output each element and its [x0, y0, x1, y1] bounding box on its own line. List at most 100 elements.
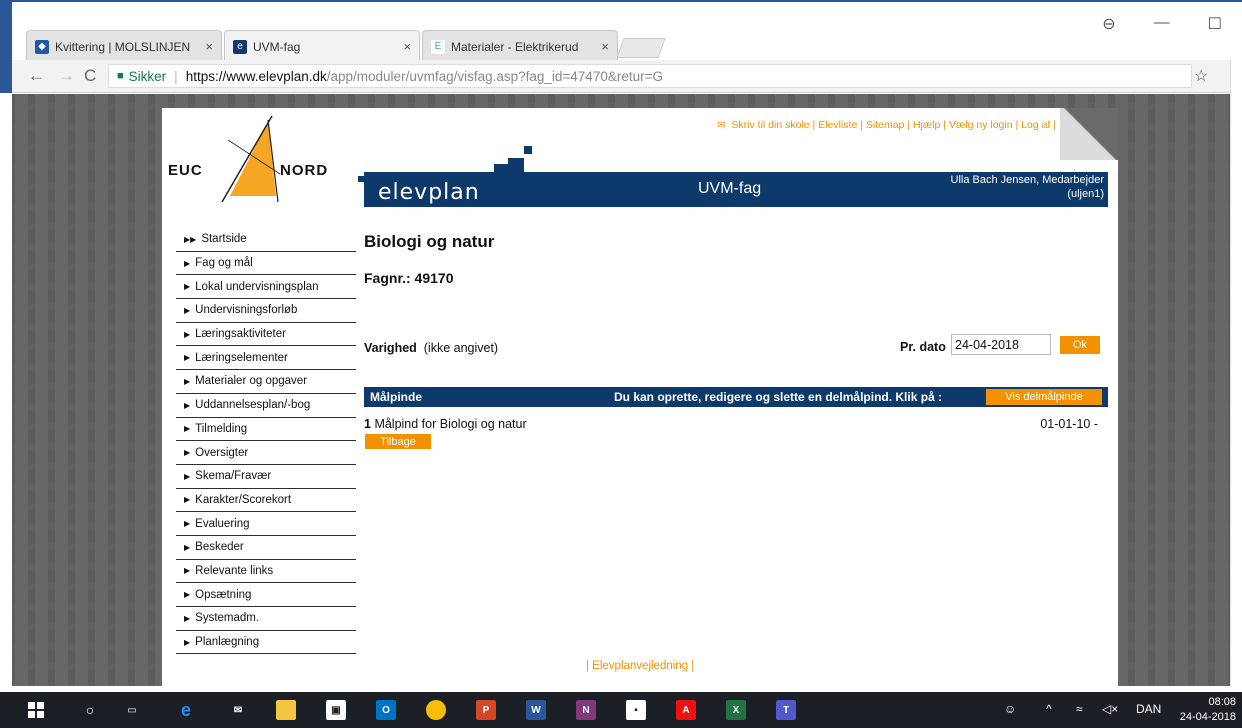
- browser-chrome: ◆ Kvittering | MOLSLINJEN × e UVM-fag × …: [12, 0, 1242, 94]
- malpind-row: 1 Målpind for Biologi og natur: [364, 417, 527, 431]
- chevron-up-icon[interactable]: ^: [1046, 702, 1052, 716]
- arrow-icon: ▶: [184, 519, 191, 529]
- pixel-decoration: [508, 158, 524, 172]
- acrobat-icon[interactable]: A: [676, 700, 696, 720]
- tab-molslinjen[interactable]: ◆ Kvittering | MOLSLINJEN ×: [26, 30, 222, 62]
- elevplanvejledning-link[interactable]: | Elevplanvejledning |: [586, 660, 694, 672]
- forward-icon[interactable]: →: [58, 66, 75, 86]
- row-text[interactable]: Målpind for Biologi og natur: [374, 417, 526, 431]
- page-background: ✉ Skriv til din skole | Elevliste | Site…: [12, 94, 1230, 686]
- varighed-row: Varighed (ikke angivet): [364, 341, 498, 355]
- sidebar-item-evaluering[interactable]: ▶ Evaluering: [176, 512, 356, 536]
- url-path: /app/moduler/uvmfag/visfag.asp?fag_id=47…: [326, 68, 663, 84]
- elevplan-logo: elevplan: [378, 180, 480, 205]
- link-sitemap[interactable]: Sitemap: [866, 119, 905, 131]
- sidebar-item-startside[interactable]: ▶▶ Startside: [176, 228, 356, 252]
- excel-icon[interactable]: X: [726, 700, 746, 720]
- outlook-icon[interactable]: O: [376, 700, 396, 720]
- task-view-icon[interactable]: ▭: [122, 700, 142, 720]
- sidebar-item-laeringsaktiviteter[interactable]: ▶ Læringsaktiviteter: [176, 323, 356, 347]
- minimize-icon[interactable]: —: [1154, 14, 1170, 34]
- separator: |: [174, 68, 178, 84]
- vis-delmaalpinde-button[interactable]: Vis delmålpinde: [986, 389, 1102, 405]
- sidebar-item-opsaetning[interactable]: ▶ Opsætning: [176, 583, 356, 607]
- maximize-icon[interactable]: ☐: [1208, 14, 1222, 34]
- arrow-icon: ▶: [184, 613, 191, 623]
- close-tab-icon[interactable]: ×: [205, 39, 213, 54]
- row-number: 1: [364, 417, 371, 431]
- user-login: (uljen1): [1067, 188, 1104, 200]
- link-log-af[interactable]: Log af: [1021, 119, 1050, 131]
- link-vaelg-login[interactable]: Vælg ny login: [949, 119, 1013, 131]
- sidebar-item-systemadm[interactable]: ▶ Systemadm.: [176, 607, 356, 631]
- browser-toolbar: ← → C ■ Sikker | https://www.elevplan.dk…: [12, 60, 1242, 93]
- profile-icon[interactable]: ⊖: [1102, 14, 1115, 34]
- chrome-icon[interactable]: [426, 700, 446, 720]
- close-tab-icon[interactable]: ×: [601, 39, 609, 54]
- store-icon[interactable]: ▣: [326, 700, 346, 720]
- powerpoint-icon[interactable]: P: [476, 700, 496, 720]
- search-icon[interactable]: ○: [80, 700, 100, 720]
- logo-text-euc: EUC: [168, 162, 203, 179]
- edge-icon[interactable]: e: [176, 700, 196, 720]
- bookmark-star-icon[interactable]: ☆: [1194, 66, 1208, 86]
- sidebar-item-label: Tilmelding: [195, 422, 248, 435]
- onenote-icon[interactable]: N: [576, 700, 596, 720]
- sidebar-item-skema-fravaer[interactable]: ▶ Skema/Fravær: [176, 465, 356, 489]
- sidebar-item-laeringselementer[interactable]: ▶ Læringselementer: [176, 346, 356, 371]
- tab-uvm-fag[interactable]: e UVM-fag ×: [224, 30, 420, 62]
- sidebar-item-lokal-undervisningsplan[interactable]: ▶ Lokal undervisningsplan: [176, 275, 356, 300]
- date-field[interactable]: [951, 334, 1051, 355]
- sidebar-item-label: Materialer og opgaver: [195, 375, 308, 388]
- people-icon[interactable]: ☺: [1004, 702, 1016, 716]
- sidebar-item-label: Skema/Fravær: [195, 470, 272, 483]
- sidebar-item-beskeder[interactable]: ▶ Beskeder: [176, 536, 356, 560]
- sidebar-item-label: Systemadm.: [195, 612, 260, 625]
- tab-materialer[interactable]: E Materialer - Elektrikerud ×: [422, 30, 618, 62]
- window-scrollbar[interactable]: [1230, 60, 1242, 686]
- sticky-notes-icon[interactable]: ▪: [626, 700, 646, 720]
- file-explorer-icon[interactable]: [276, 700, 296, 720]
- clock[interactable]: 08:08 24-04-2018: [1180, 695, 1236, 725]
- mail-icon[interactable]: ✉: [228, 700, 248, 720]
- secure-label: Sikker: [128, 68, 167, 84]
- sidebar-item-oversigter[interactable]: ▶ Oversigter: [176, 441, 356, 465]
- varighed-label: Varighed: [364, 341, 417, 355]
- back-button[interactable]: Tilbage: [365, 434, 431, 449]
- pr-dato-label: Pr. dato: [900, 340, 946, 354]
- link-elevliste[interactable]: Elevliste: [818, 119, 857, 131]
- pixel-decoration: [524, 146, 532, 154]
- arrow-icon: ▶: [184, 329, 191, 339]
- volume-icon[interactable]: ◁×: [1102, 702, 1118, 716]
- sidebar-menu: ▶▶ Startside ▶ Fag og mål ▶ Lokal undervisn…: [176, 228, 356, 655]
- start-icon[interactable]: [26, 700, 46, 720]
- taskbar: ○ ▭ e ✉ ▣ O P W N ▪ A X T ☺ ^ ≈ ◁× DAN 0…: [0, 692, 1242, 728]
- tab-strip: ◆ Kvittering | MOLSLINJEN × e UVM-fag × …: [12, 0, 1242, 62]
- window-edge: [0, 0, 12, 93]
- sidebar-item-relevante-links[interactable]: ▶ Relevante links: [176, 560, 356, 584]
- sidebar-item-undervisningsforloeb[interactable]: ▶ Undervisningsforløb: [176, 299, 356, 323]
- teams-icon[interactable]: T: [776, 700, 796, 720]
- sidebar-item-uddannelsesplan[interactable]: ▶ Uddannelsesplan/-bog: [176, 394, 356, 418]
- back-icon[interactable]: ←: [28, 66, 45, 86]
- malpinde-label: Målpinde: [370, 390, 423, 404]
- word-icon[interactable]: W: [526, 700, 546, 720]
- arrow-icon: ▶: [184, 376, 191, 386]
- page-title: Biologi og natur: [364, 232, 495, 251]
- link-hjaelp[interactable]: Hjælp: [913, 119, 940, 131]
- clock-time: 08:08: [1208, 696, 1236, 708]
- sidebar-item-karakter[interactable]: ▶ Karakter/Scorekort: [176, 489, 356, 513]
- address-bar[interactable]: ■ Sikker | https://www.elevplan.dk /app/…: [108, 64, 1192, 88]
- reload-icon[interactable]: C: [84, 66, 96, 86]
- sidebar-item-tilmelding[interactable]: ▶ Tilmelding: [176, 418, 356, 442]
- link-skriv[interactable]: Skriv til din skole: [731, 119, 809, 131]
- envelope-icon: ✉: [717, 120, 726, 131]
- wifi-icon[interactable]: ≈: [1076, 702, 1083, 716]
- ok-button[interactable]: Ok: [1060, 336, 1100, 354]
- close-tab-icon[interactable]: ×: [403, 39, 411, 54]
- new-tab-button[interactable]: [616, 38, 666, 58]
- language-indicator[interactable]: DAN: [1136, 702, 1161, 716]
- sidebar-item-planlaegning[interactable]: ▶ Planlægning: [176, 631, 356, 655]
- sidebar-item-materialer[interactable]: ▶ Materialer og opgaver: [176, 370, 356, 394]
- sidebar-item-fag-og-maal[interactable]: ▶ Fag og mål: [176, 252, 356, 276]
